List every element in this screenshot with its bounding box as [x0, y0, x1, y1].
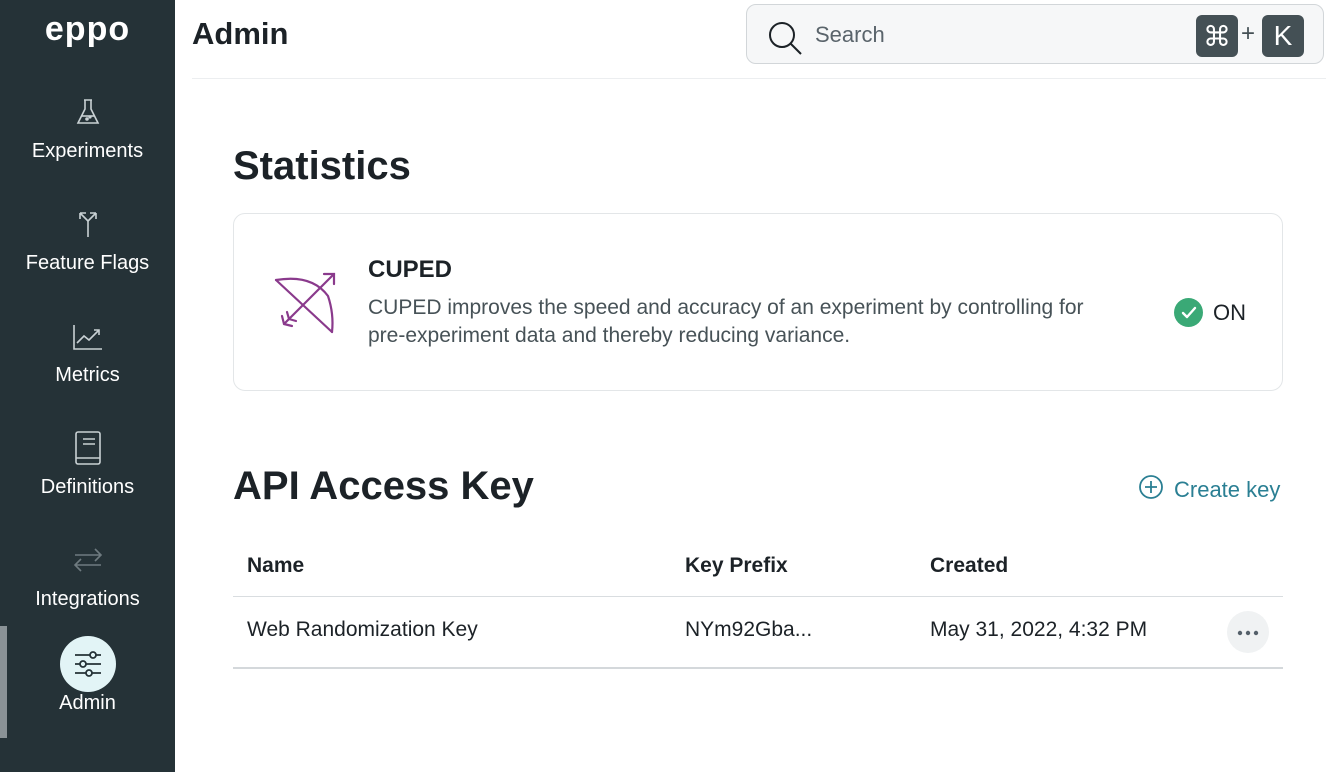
sidebar-item-definitions[interactable]: Definitions: [0, 420, 175, 524]
row-divider-line: [233, 667, 1283, 669]
page-title: Admin: [192, 16, 289, 51]
sidebar-item-label: Feature Flags: [25, 252, 150, 274]
eppo-logo[interactable]: eppo: [0, 10, 175, 49]
column-header-key-prefix[interactable]: Key Prefix: [685, 554, 788, 578]
sidebar-item-feature-flags[interactable]: Feature Flags: [0, 196, 175, 300]
statistics-heading: Statistics: [233, 144, 411, 188]
key-prefix-cell: NYm92Gba...: [685, 618, 813, 641]
row-actions-button[interactable]: [1227, 611, 1269, 653]
search-icon: [767, 20, 803, 61]
column-header-name[interactable]: Name: [247, 554, 304, 578]
sliders-icon: [60, 636, 116, 692]
created-cell: May 31, 2022, 4:32 PM: [930, 618, 1148, 641]
api-access-key-heading: API Access Key: [233, 464, 534, 508]
key-name-cell: Web Randomization Key: [247, 618, 478, 641]
shortcut-plus: +: [1241, 20, 1256, 47]
search-bar[interactable]: Search ⌘ + K: [746, 4, 1324, 64]
more-horizontal-icon: [1237, 623, 1259, 641]
cuped-description-line: CUPED improves the speed and accuracy of…: [368, 296, 1084, 319]
cuped-description-line: pre-experiment data and thereby reducing…: [368, 324, 851, 347]
sidebar-item-label: Experiments: [31, 140, 144, 162]
sidebar-item-integrations[interactable]: Integrations: [0, 532, 175, 636]
sidebar-item-metrics[interactable]: Metrics: [0, 308, 175, 412]
fork-arrows-icon: [60, 196, 116, 252]
sidebar-item-label: Integrations: [35, 588, 140, 610]
sidebar-item-label: Admin: [59, 692, 116, 714]
search-input[interactable]: Search: [815, 22, 885, 48]
cuped-card: CUPED CUPED improves the speed and accur…: [233, 213, 1283, 391]
sidebar-item-label: Metrics: [55, 364, 120, 386]
swap-arrows-icon: [60, 532, 116, 588]
flask-icon: [60, 84, 116, 140]
column-header-created[interactable]: Created: [930, 554, 1008, 578]
trend-chart-icon: [60, 308, 116, 364]
create-key-label: Create key: [1174, 477, 1281, 502]
command-key-badge: ⌘: [1196, 15, 1238, 57]
cuped-description: CUPED improves the speed and accuracy of…: [368, 294, 1168, 350]
header-divider: [192, 78, 1326, 79]
k-key-badge: K: [1262, 15, 1304, 57]
bow-arrow-icon: [272, 270, 338, 341]
sidebar-item-label: Definitions: [40, 476, 135, 498]
plus-circle-icon: [1138, 474, 1164, 506]
book-icon: [60, 420, 116, 476]
status-label: ON: [1213, 299, 1246, 325]
cuped-status-toggle[interactable]: ON: [1174, 298, 1246, 327]
create-key-button[interactable]: Create key: [1138, 474, 1280, 506]
cuped-title: CUPED: [368, 256, 453, 283]
sidebar-item-experiments[interactable]: Experiments: [0, 84, 175, 188]
check-circle-icon: [1174, 298, 1203, 327]
sidebar-item-admin[interactable]: Admin: [0, 636, 175, 740]
header-divider-line: [233, 596, 1283, 597]
sidebar: eppo Experiments Feature Flags Metrics D…: [0, 0, 175, 772]
